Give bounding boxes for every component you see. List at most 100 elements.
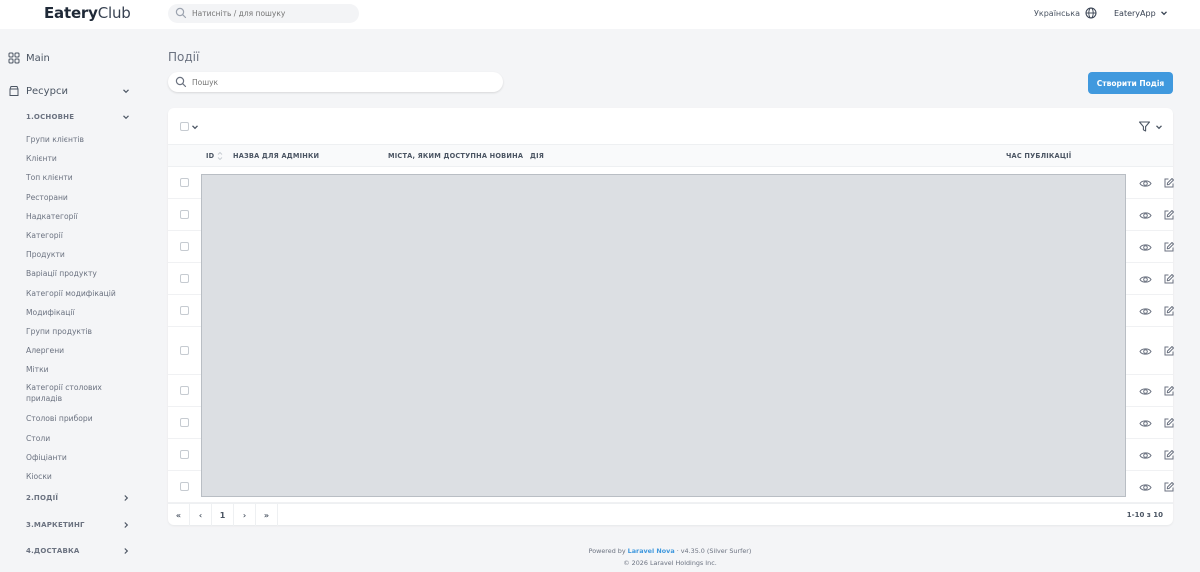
table-toolbar (168, 108, 1173, 145)
sidebar-item[interactable]: Категорії модифікацій (26, 284, 134, 303)
sidebar-item[interactable]: Столи (26, 429, 134, 448)
eye-icon[interactable] (1139, 209, 1152, 222)
resource-search[interactable] (168, 72, 503, 92)
sidebar-item[interactable]: Групи продуктів (26, 322, 134, 341)
eye-icon[interactable] (1139, 241, 1152, 254)
sidebar-group-marketing[interactable]: 3.МАРКЕТИНГ (26, 521, 130, 529)
sidebar-section-resources[interactable]: Ресурси (8, 85, 130, 97)
row-checkbox[interactable] (180, 418, 189, 427)
global-search[interactable] (168, 4, 359, 23)
footer-powered-prefix: Powered by (588, 547, 626, 555)
column-admin-name: НАЗВА ДЛЯ АДМІНКИ (233, 152, 320, 160)
sidebar-group-events[interactable]: 2.ПОДІЇ (26, 494, 130, 502)
pagination: « ‹ 1 › » 1-10 з 10 (168, 503, 1173, 526)
sidebar-items: Групи клієнтів Клієнти Топ клієнти Ресто… (26, 130, 134, 486)
edit-icon[interactable] (1163, 385, 1175, 397)
sidebar-section-label: Ресурси (26, 85, 68, 97)
language-label: Українська (1034, 8, 1080, 18)
footer-version: · v4.35.0 (Silver Surfer) (676, 547, 752, 555)
sidebar-item[interactable]: Столові прибори (26, 409, 134, 428)
redacted-table-content (201, 174, 1126, 497)
edit-icon[interactable] (1163, 177, 1175, 189)
sidebar-item[interactable]: Топ клієнти (26, 168, 134, 187)
page-1-button[interactable]: 1 (212, 504, 234, 526)
row-checkbox[interactable] (180, 274, 189, 283)
sidebar-item[interactable]: Модифікації (26, 303, 134, 322)
sidebar-group-main[interactable]: 1.ОСНОВНЕ (26, 113, 130, 121)
column-publish-time: ЧАС ПУБЛІКАЦІЇ (1006, 152, 1072, 160)
filter-dropdown[interactable] (1138, 120, 1163, 133)
sidebar-item[interactable]: Клієнти (26, 149, 134, 168)
nova-link[interactable]: Laravel Nova (628, 547, 675, 555)
sidebar-item[interactable]: Кіоски (26, 467, 134, 486)
sort-icon[interactable] (217, 151, 223, 161)
edit-icon[interactable] (1163, 209, 1175, 221)
row-checkbox[interactable] (180, 210, 189, 219)
select-all-checkbox[interactable] (180, 122, 189, 131)
sidebar-item[interactable]: Варіації продукту (26, 264, 134, 283)
edit-icon[interactable] (1163, 481, 1175, 493)
edit-icon[interactable] (1163, 449, 1175, 461)
eye-icon[interactable] (1139, 449, 1152, 462)
chevron-down-icon (1156, 124, 1162, 129)
eye-icon[interactable] (1139, 345, 1152, 358)
last-page-button[interactable]: » (256, 504, 278, 526)
sidebar-item[interactable]: Групи клієнтів (26, 130, 134, 149)
create-event-button[interactable]: Створити Подія (1088, 72, 1173, 94)
next-page-button[interactable]: › (234, 504, 256, 526)
edit-icon[interactable] (1163, 417, 1175, 429)
sidebar-item[interactable]: Надкатегорії (26, 207, 134, 226)
row-checkbox[interactable] (180, 482, 189, 491)
sidebar-item[interactable]: Ресторани (26, 188, 134, 207)
sidebar-item[interactable]: Алергени (26, 341, 134, 360)
resource-search-input[interactable] (192, 72, 492, 92)
sidebar-item-label: Main (26, 52, 50, 64)
sidebar-item[interactable]: Категорії (26, 226, 134, 245)
row-checkbox[interactable] (180, 346, 189, 355)
chevron-down-icon (1160, 11, 1167, 16)
chevron-right-icon (124, 522, 129, 528)
search-icon (175, 7, 187, 19)
archive-icon (9, 86, 19, 96)
chevron-down-icon (192, 124, 198, 129)
row-checkbox[interactable] (180, 242, 189, 251)
column-cities: МІСТА, ЯКИМ ДОСТУПНА НОВИНА (388, 152, 524, 160)
language-switcher[interactable]: Українська (1034, 6, 1097, 20)
global-search-input[interactable] (192, 4, 352, 23)
user-menu[interactable]: EateryApp (1114, 6, 1168, 20)
eye-icon[interactable] (1139, 273, 1152, 286)
row-checkbox[interactable] (180, 306, 189, 315)
eye-icon[interactable] (1139, 177, 1152, 190)
edit-icon[interactable] (1163, 273, 1175, 285)
group-label: 1.ОСНОВНЕ (26, 113, 75, 121)
row-checkbox[interactable] (180, 386, 189, 395)
edit-icon[interactable] (1163, 305, 1175, 317)
eye-icon[interactable] (1139, 305, 1152, 318)
edit-icon[interactable] (1163, 345, 1175, 357)
eye-icon[interactable] (1139, 481, 1152, 494)
sidebar-item[interactable]: Офіціанти (26, 448, 134, 467)
select-all-control[interactable] (180, 122, 199, 131)
top-header: EateryClub Українська EateryApp (0, 0, 1200, 29)
first-page-button[interactable]: « (168, 504, 190, 526)
eye-icon[interactable] (1139, 385, 1152, 398)
sidebar-item[interactable]: Категорії столових приладів (26, 379, 134, 409)
row-checkbox[interactable] (180, 178, 189, 187)
prev-page-button[interactable]: ‹ (190, 504, 212, 526)
app-logo[interactable]: EateryClub (44, 4, 131, 22)
group-label: 2.ПОДІЇ (26, 494, 59, 502)
sidebar-item-main[interactable]: Main (8, 52, 50, 64)
column-id[interactable]: ID (206, 152, 214, 160)
footer-copyright: © 2026 Laravel Holdings Inc. (623, 559, 717, 567)
sidebar-item[interactable]: Продукти (26, 245, 134, 264)
chevron-right-icon (124, 548, 129, 554)
row-checkbox[interactable] (180, 450, 189, 459)
eye-icon[interactable] (1139, 417, 1152, 430)
sidebar-item[interactable]: Мітки (26, 360, 134, 379)
edit-icon[interactable] (1163, 241, 1175, 253)
search-icon (175, 76, 187, 88)
sidebar-group-delivery[interactable]: 4.ДОСТАВКА (26, 547, 130, 555)
group-label: 4.ДОСТАВКА (26, 547, 80, 555)
footer: Powered by Laravel Nova · v4.35.0 (Silve… (470, 545, 870, 569)
chevron-down-icon (123, 89, 129, 94)
